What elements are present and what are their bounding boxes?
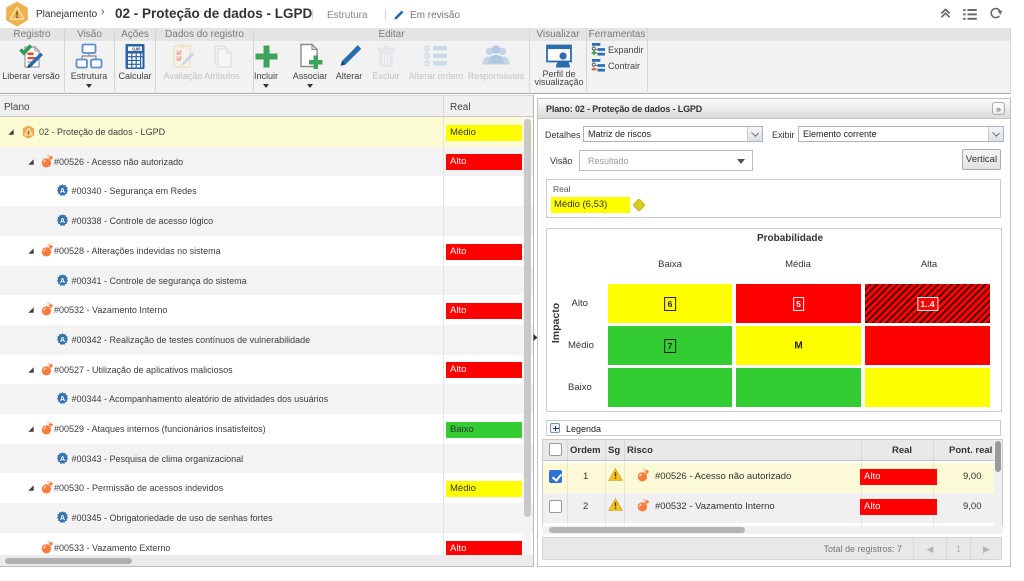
svg-text:A: A (60, 188, 65, 195)
svg-text:A: A (60, 456, 65, 463)
svg-text:A: A (60, 277, 65, 284)
svg-text:A: A (60, 515, 65, 522)
svg-text:A: A (60, 396, 65, 403)
svg-text:A: A (60, 218, 65, 225)
svg-text:A: A (60, 337, 65, 344)
